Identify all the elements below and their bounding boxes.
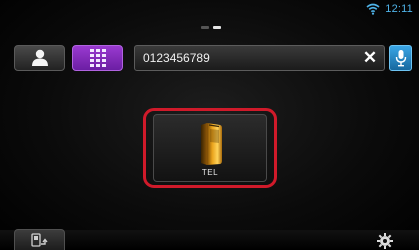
person-icon	[31, 49, 48, 66]
contacts-button[interactable]	[14, 45, 65, 71]
phone-back-button[interactable]	[14, 229, 65, 250]
page-indicator	[201, 26, 221, 29]
voice-dial-button[interactable]	[389, 45, 412, 71]
phone-number-field[interactable]: 0123456789	[134, 45, 385, 71]
wifi-icon	[366, 3, 380, 15]
page-dot-2[interactable]	[213, 26, 221, 29]
status-bar: 12:11	[366, 0, 413, 18]
keypad-icon	[89, 49, 106, 67]
phone-back-icon	[30, 233, 48, 247]
clear-number-button[interactable]: ✕	[361, 49, 379, 67]
tel-label: TEL	[201, 168, 219, 177]
keypad-button[interactable]	[72, 45, 123, 71]
mobile-phone-icon	[201, 123, 222, 165]
gear-icon	[377, 233, 393, 249]
settings-button[interactable]	[365, 229, 405, 250]
tel-button[interactable]: TEL	[153, 114, 267, 182]
page-dot-1[interactable]	[201, 26, 209, 29]
microphone-icon	[395, 50, 406, 67]
phone-dial-screen: 12:11 0123456789 ✕ TEL	[0, 0, 419, 250]
clock-time: 12:11	[385, 3, 413, 15]
